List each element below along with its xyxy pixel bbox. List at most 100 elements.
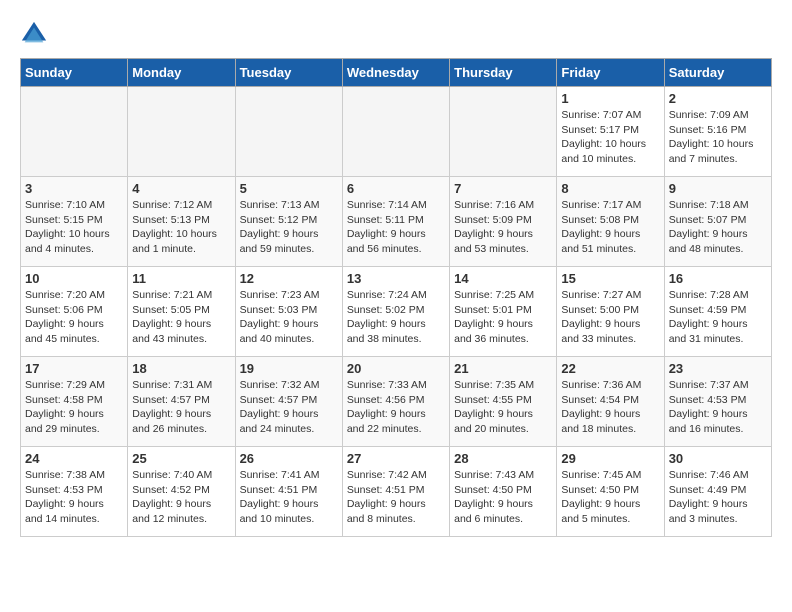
logo-icon xyxy=(20,20,48,48)
day-info: Sunrise: 7:42 AM Sunset: 4:51 PM Dayligh… xyxy=(347,468,445,527)
day-cell: 13Sunrise: 7:24 AM Sunset: 5:02 PM Dayli… xyxy=(342,267,449,357)
col-header-saturday: Saturday xyxy=(664,59,771,87)
day-number: 20 xyxy=(347,361,445,376)
day-cell xyxy=(21,87,128,177)
day-info: Sunrise: 7:12 AM Sunset: 5:13 PM Dayligh… xyxy=(132,198,230,257)
day-info: Sunrise: 7:14 AM Sunset: 5:11 PM Dayligh… xyxy=(347,198,445,257)
day-cell: 1 Sunrise: 7:07 AM Sunset: 5:17 PM Daylig… xyxy=(557,87,664,177)
day-info: Sunrise: 7:40 AM Sunset: 4:52 PM Dayligh… xyxy=(132,468,230,527)
day-number: 25 xyxy=(132,451,230,466)
week-row-3: 10 Sunrise: 7:20 AM Sunset: 5:06 PM Dayli… xyxy=(21,267,772,357)
day-cell: 5Sunrise: 7:13 AM Sunset: 5:12 PM Daylig… xyxy=(235,177,342,267)
day-info: Sunrise: 7:37 AM Sunset: 4:53 PM Dayligh… xyxy=(669,378,767,437)
day-number: 3 xyxy=(25,181,123,196)
day-cell: 3 Sunrise: 7:10 AM Sunset: 5:15 PM Daylig… xyxy=(21,177,128,267)
day-cell: 19 Sunrise: 7:32 AM Sunset: 4:57 PM Dayli… xyxy=(235,357,342,447)
day-cell: 25 Sunrise: 7:40 AM Sunset: 4:52 PM Dayli… xyxy=(128,447,235,537)
day-number: 7 xyxy=(454,181,552,196)
day-number: 19 xyxy=(240,361,338,376)
day-number: 10 xyxy=(25,271,123,286)
day-cell: 18Sunrise: 7:31 AM Sunset: 4:57 PM Dayli… xyxy=(128,357,235,447)
col-header-monday: Monday xyxy=(128,59,235,87)
day-number: 8 xyxy=(561,181,659,196)
day-number: 6 xyxy=(347,181,445,196)
day-info: Sunrise: 7:46 AM Sunset: 4:49 PM Dayligh… xyxy=(669,468,767,527)
day-number: 17 xyxy=(25,361,123,376)
day-info: Sunrise: 7:38 AM Sunset: 4:53 PM Dayligh… xyxy=(25,468,123,527)
page-header xyxy=(20,20,772,48)
day-number: 27 xyxy=(347,451,445,466)
calendar-table: SundayMondayTuesdayWednesdayThursdayFrid… xyxy=(20,58,772,537)
day-cell: 16 Sunrise: 7:28 AM Sunset: 4:59 PM Dayli… xyxy=(664,267,771,357)
day-number: 11 xyxy=(132,271,230,286)
day-cell: 2 Sunrise: 7:09 AM Sunset: 5:16 PM Daylig… xyxy=(664,87,771,177)
day-info: Sunrise: 7:43 AM Sunset: 4:50 PM Dayligh… xyxy=(454,468,552,527)
week-row-4: 17Sunrise: 7:29 AM Sunset: 4:58 PM Dayli… xyxy=(21,357,772,447)
day-info: Sunrise: 7:36 AM Sunset: 4:54 PM Dayligh… xyxy=(561,378,659,437)
day-info: Sunrise: 7:16 AM Sunset: 5:09 PM Dayligh… xyxy=(454,198,552,257)
day-cell: 21Sunrise: 7:35 AM Sunset: 4:55 PM Dayli… xyxy=(450,357,557,447)
col-header-thursday: Thursday xyxy=(450,59,557,87)
day-cell: 28 Sunrise: 7:43 AM Sunset: 4:50 PM Dayli… xyxy=(450,447,557,537)
day-cell: 12 Sunrise: 7:23 AM Sunset: 5:03 PM Dayli… xyxy=(235,267,342,357)
day-info: Sunrise: 7:32 AM Sunset: 4:57 PM Dayligh… xyxy=(240,378,338,437)
day-info: Sunrise: 7:07 AM Sunset: 5:17 PM Dayligh… xyxy=(561,108,659,167)
col-header-tuesday: Tuesday xyxy=(235,59,342,87)
day-number: 14 xyxy=(454,271,552,286)
col-header-wednesday: Wednesday xyxy=(342,59,449,87)
day-cell: 7 Sunrise: 7:16 AM Sunset: 5:09 PM Daylig… xyxy=(450,177,557,267)
day-info: Sunrise: 7:17 AM Sunset: 5:08 PM Dayligh… xyxy=(561,198,659,257)
day-info: Sunrise: 7:20 AM Sunset: 5:06 PM Dayligh… xyxy=(25,288,123,347)
week-row-1: 1 Sunrise: 7:07 AM Sunset: 5:17 PM Daylig… xyxy=(21,87,772,177)
day-number: 1 xyxy=(561,91,659,106)
day-cell xyxy=(235,87,342,177)
header-row: SundayMondayTuesdayWednesdayThursdayFrid… xyxy=(21,59,772,87)
day-info: Sunrise: 7:23 AM Sunset: 5:03 PM Dayligh… xyxy=(240,288,338,347)
day-cell: 24 Sunrise: 7:38 AM Sunset: 4:53 PM Dayli… xyxy=(21,447,128,537)
day-number: 28 xyxy=(454,451,552,466)
day-info: Sunrise: 7:25 AM Sunset: 5:01 PM Dayligh… xyxy=(454,288,552,347)
week-row-2: 3 Sunrise: 7:10 AM Sunset: 5:15 PM Daylig… xyxy=(21,177,772,267)
day-cell: 27 Sunrise: 7:42 AM Sunset: 4:51 PM Dayli… xyxy=(342,447,449,537)
day-cell: 26Sunrise: 7:41 AM Sunset: 4:51 PM Dayli… xyxy=(235,447,342,537)
day-info: Sunrise: 7:27 AM Sunset: 5:00 PM Dayligh… xyxy=(561,288,659,347)
day-cell: 14 Sunrise: 7:25 AM Sunset: 5:01 PM Dayli… xyxy=(450,267,557,357)
week-row-5: 24 Sunrise: 7:38 AM Sunset: 4:53 PM Dayli… xyxy=(21,447,772,537)
day-cell: 15 Sunrise: 7:27 AM Sunset: 5:00 PM Dayli… xyxy=(557,267,664,357)
day-cell: 29 Sunrise: 7:45 AM Sunset: 4:50 PM Dayli… xyxy=(557,447,664,537)
day-cell: 23 Sunrise: 7:37 AM Sunset: 4:53 PM Dayli… xyxy=(664,357,771,447)
day-info: Sunrise: 7:33 AM Sunset: 4:56 PM Dayligh… xyxy=(347,378,445,437)
day-info: Sunrise: 7:45 AM Sunset: 4:50 PM Dayligh… xyxy=(561,468,659,527)
day-cell: 6 Sunrise: 7:14 AM Sunset: 5:11 PM Daylig… xyxy=(342,177,449,267)
logo xyxy=(20,20,52,48)
day-number: 22 xyxy=(561,361,659,376)
day-cell xyxy=(128,87,235,177)
day-info: Sunrise: 7:09 AM Sunset: 5:16 PM Dayligh… xyxy=(669,108,767,167)
day-number: 4 xyxy=(132,181,230,196)
day-number: 2 xyxy=(669,91,767,106)
day-number: 12 xyxy=(240,271,338,286)
day-cell: 8 Sunrise: 7:17 AM Sunset: 5:08 PM Daylig… xyxy=(557,177,664,267)
day-number: 16 xyxy=(669,271,767,286)
day-info: Sunrise: 7:18 AM Sunset: 5:07 PM Dayligh… xyxy=(669,198,767,257)
day-cell: 10 Sunrise: 7:20 AM Sunset: 5:06 PM Dayli… xyxy=(21,267,128,357)
day-number: 30 xyxy=(669,451,767,466)
day-cell xyxy=(342,87,449,177)
col-header-sunday: Sunday xyxy=(21,59,128,87)
day-number: 15 xyxy=(561,271,659,286)
day-number: 21 xyxy=(454,361,552,376)
day-number: 23 xyxy=(669,361,767,376)
day-number: 24 xyxy=(25,451,123,466)
day-info: Sunrise: 7:13 AM Sunset: 5:12 PM Dayligh… xyxy=(240,198,338,257)
day-cell: 20 Sunrise: 7:33 AM Sunset: 4:56 PM Dayli… xyxy=(342,357,449,447)
day-number: 9 xyxy=(669,181,767,196)
col-header-friday: Friday xyxy=(557,59,664,87)
day-info: Sunrise: 7:31 AM Sunset: 4:57 PM Dayligh… xyxy=(132,378,230,437)
day-info: Sunrise: 7:28 AM Sunset: 4:59 PM Dayligh… xyxy=(669,288,767,347)
day-info: Sunrise: 7:21 AM Sunset: 5:05 PM Dayligh… xyxy=(132,288,230,347)
day-number: 29 xyxy=(561,451,659,466)
day-info: Sunrise: 7:10 AM Sunset: 5:15 PM Dayligh… xyxy=(25,198,123,257)
day-number: 13 xyxy=(347,271,445,286)
day-cell: 11 Sunrise: 7:21 AM Sunset: 5:05 PM Dayli… xyxy=(128,267,235,357)
day-cell xyxy=(450,87,557,177)
